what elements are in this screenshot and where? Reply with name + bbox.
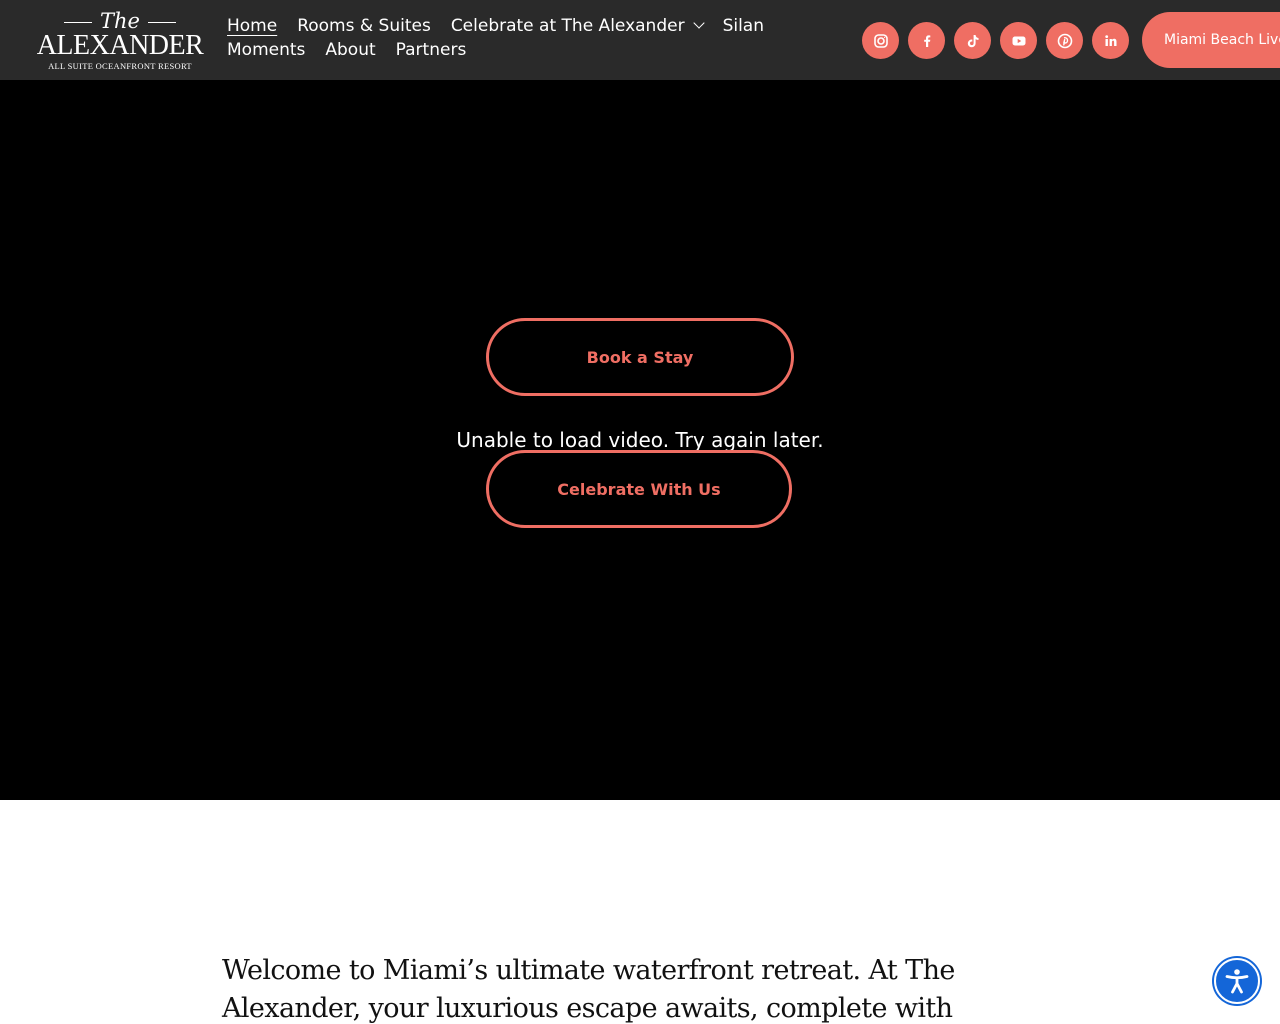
youtube-icon[interactable] xyxy=(1000,22,1037,59)
instagram-icon[interactable] xyxy=(862,22,899,59)
logo-name: ALEXANDER xyxy=(36,30,204,61)
nav-item-celebrate-label: Celebrate at The Alexander xyxy=(450,16,685,36)
nav-item-partners[interactable]: Partners xyxy=(396,38,467,62)
celebrate-with-us-button[interactable]: Celebrate With Us xyxy=(486,450,792,528)
nav-item-rooms-suites[interactable]: Rooms & Suites xyxy=(297,14,431,38)
intro-text: Welcome to Miami’s ultimate waterfront r… xyxy=(222,955,955,1024)
logo[interactable]: The ALEXANDER ALL SUITE OCEANFRONT RESOR… xyxy=(22,8,218,74)
accessibility-icon xyxy=(1225,969,1249,994)
logo-tagline: ALL SUITE OCEANFRONT RESORT xyxy=(48,61,192,71)
pinterest-icon[interactable] xyxy=(1046,22,1083,59)
linkedin-icon[interactable] xyxy=(1092,22,1129,59)
tiktok-icon[interactable] xyxy=(954,22,991,59)
miami-beach-live-button[interactable]: Miami Beach Live xyxy=(1142,12,1280,68)
chevron-down-icon xyxy=(692,17,705,29)
main-nav: Home Rooms & Suites Celebrate at The Ale… xyxy=(227,14,807,62)
social-links xyxy=(862,22,1129,59)
logo-the: The xyxy=(100,9,140,33)
nav-item-about[interactable]: About xyxy=(325,38,375,62)
site-header: The ALEXANDER ALL SUITE OCEANFRONT RESOR… xyxy=(0,0,1280,80)
nav-item-silan[interactable]: Silan xyxy=(723,14,764,38)
nav-item-home[interactable]: Home xyxy=(227,14,277,38)
facebook-icon[interactable] xyxy=(908,22,945,59)
book-a-stay-button[interactable]: Book a Stay xyxy=(486,318,794,396)
hero-video: Book a Stay Unable to load video. Try ag… xyxy=(0,80,1280,800)
nav-item-celebrate[interactable]: Celebrate at The Alexander xyxy=(450,14,705,38)
nav-item-moments[interactable]: Moments xyxy=(227,38,305,62)
accessibility-button[interactable] xyxy=(1214,958,1260,1004)
